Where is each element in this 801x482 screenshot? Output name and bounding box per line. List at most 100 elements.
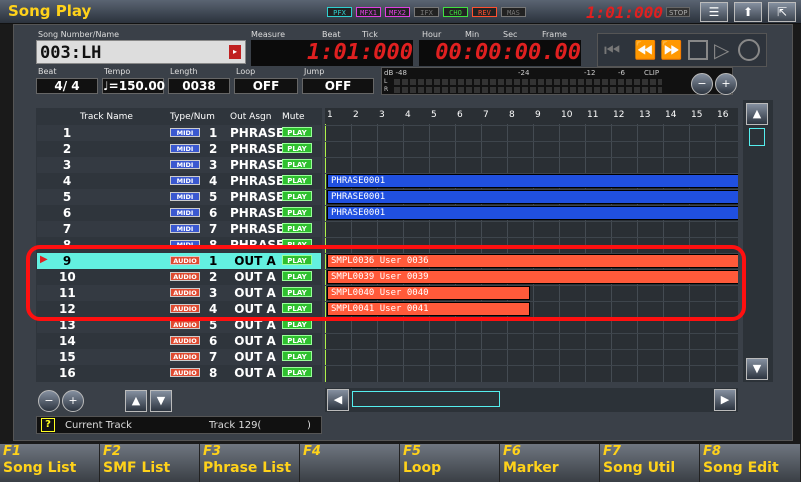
song-select[interactable]: 003:LH ▸	[36, 40, 246, 64]
track-mute-button[interactable]: PLAY	[282, 127, 312, 137]
measure-display[interactable]: 1:01:000	[251, 40, 413, 66]
function-key-f4[interactable]: F4	[300, 444, 400, 482]
track-out-assign[interactable]: PHRASE	[230, 206, 284, 220]
scroll-down-button[interactable]: ▼	[746, 358, 768, 380]
zoom-in-button[interactable]: +	[715, 73, 737, 95]
horizontal-scroll-thumb[interactable]	[352, 391, 500, 407]
track-row[interactable]: 3 MIDI 3 PHRASE PLAY	[37, 157, 321, 173]
track-mute-button[interactable]: PLAY	[282, 143, 312, 153]
function-key-f6[interactable]: F6 Marker	[500, 444, 600, 482]
track-mute-button[interactable]: PLAY	[282, 223, 312, 233]
help-icon[interactable]: ?	[41, 418, 55, 432]
function-key-f1[interactable]: F1 Song List	[0, 444, 100, 482]
track-out-assign[interactable]: PHRASE	[230, 190, 284, 204]
measure-number: 12	[613, 110, 625, 120]
function-key-f5[interactable]: F5 Loop	[400, 444, 500, 482]
track-out-assign[interactable]: OUT A	[230, 334, 280, 348]
track-mute-button[interactable]: PLAY	[282, 175, 312, 185]
scroll-thumb[interactable]	[749, 128, 765, 146]
loop-field[interactable]: OFF	[234, 78, 298, 94]
track-out-assign[interactable]: OUT A	[230, 366, 280, 380]
track-type-badge: AUDIO	[170, 368, 200, 377]
track-out-assign[interactable]: PHRASE	[230, 126, 284, 140]
tempo-field[interactable]: ♩=150.00	[102, 78, 165, 94]
meter-bar-l	[394, 79, 662, 85]
track-mute-button[interactable]: PLAY	[282, 207, 312, 217]
track-up-button[interactable]: ▲	[125, 390, 147, 412]
scroll-left-button[interactable]: ◀	[327, 389, 349, 411]
scroll-up-button[interactable]: ▲	[746, 103, 768, 125]
fx-indicators: PFX MFX1 MFX2 IFX CHO REV MAS	[327, 0, 537, 24]
phrase-clip[interactable]: PHRASE0001	[327, 174, 738, 188]
track-mute-button[interactable]: PLAY	[282, 191, 312, 201]
rewind-to-start-icon[interactable]: ⏮	[604, 40, 620, 61]
scroll-right-button[interactable]: ▶	[714, 389, 736, 411]
fx-indicator-mas: MAS	[501, 7, 526, 17]
track-row[interactable]: 1 MIDI 1 PHRASE PLAY	[37, 125, 321, 141]
up-button[interactable]: ⬆	[734, 2, 762, 22]
rewind-icon[interactable]: ⏪	[634, 40, 656, 61]
menu-button[interactable]: ☰	[700, 2, 728, 22]
function-key-f3[interactable]: F3 Phrase List	[200, 444, 300, 482]
track-out-assign[interactable]: PHRASE	[230, 142, 284, 156]
track-mute-button[interactable]: PLAY	[282, 335, 312, 345]
track-number: 15	[59, 350, 76, 364]
track-mute-button[interactable]: PLAY	[282, 159, 312, 169]
song-label: Song Number/Name	[38, 30, 120, 39]
track-out-assign[interactable]: OUT A	[230, 350, 280, 364]
fast-forward-icon[interactable]: ⏩	[660, 40, 682, 61]
track-sub-number: 3	[209, 158, 218, 172]
track-number: 4	[62, 174, 72, 188]
track-down-button[interactable]: ▼	[150, 390, 172, 412]
measure-ruler[interactable]: 1 2 3 4 5 6 7 8 9 10 11 12 13 14 15 16	[325, 108, 738, 124]
jump-field[interactable]: OFF	[302, 78, 374, 94]
zoom-out-button[interactable]: −	[691, 73, 713, 95]
function-key-f2[interactable]: F2 SMF List	[100, 444, 200, 482]
phrase-clip[interactable]: PHRASE0001	[327, 206, 738, 220]
track-number: 14	[59, 334, 76, 348]
track-out-assign[interactable]: PHRASE	[230, 158, 284, 172]
track-row[interactable]: 14 AUDIO 6 OUT A PLAY	[37, 333, 321, 349]
track-zoom-in-button[interactable]: +	[62, 390, 84, 412]
track-mute-button[interactable]: PLAY	[282, 367, 312, 377]
play-icon[interactable]: ▷	[714, 38, 729, 62]
selection-highlight	[26, 245, 746, 321]
track-row[interactable]: 16 AUDIO 8 OUT A PLAY	[37, 365, 321, 381]
time-display[interactable]: 00:00:00.00	[419, 40, 581, 66]
track-row[interactable]: 6 MIDI 6 PHRASE PLAY	[37, 205, 321, 221]
transport-status: STOP	[666, 7, 691, 17]
function-key-number: F4	[303, 444, 321, 459]
track-type-badge: MIDI	[170, 192, 200, 201]
track-row[interactable]: 4 MIDI 4 PHRASE PLAY	[37, 173, 321, 189]
triangle-left-icon: ◀	[333, 393, 343, 406]
track-number: 3	[62, 158, 72, 172]
track-number: 5	[62, 190, 72, 204]
track-mute-button[interactable]: PLAY	[282, 351, 312, 361]
track-type-badge: MIDI	[170, 144, 200, 153]
status-value: Track 129(	[209, 420, 262, 431]
exit-button[interactable]: ⇱	[768, 2, 796, 22]
meter-scale-0: dB -48	[384, 69, 407, 77]
phrase-clip[interactable]: PHRASE0001	[327, 190, 738, 204]
length-field[interactable]: 0038	[168, 78, 230, 94]
track-sub-number: 4	[209, 174, 218, 188]
track-row[interactable]: 15 AUDIO 7 OUT A PLAY	[37, 349, 321, 365]
function-key-f8[interactable]: F8 Song Edit	[700, 444, 801, 482]
track-row[interactable]: 2 MIDI 2 PHRASE PLAY	[37, 141, 321, 157]
menu-icon: ☰	[708, 5, 720, 19]
track-row[interactable]: 5 MIDI 5 PHRASE PLAY	[37, 189, 321, 205]
track-out-assign[interactable]: PHRASE	[230, 222, 284, 236]
triangle-down-icon: ▼	[752, 362, 762, 375]
track-zoom-out-button[interactable]: −	[38, 390, 60, 412]
sec-label: Sec	[503, 30, 518, 39]
function-key-label: Marker	[503, 460, 559, 476]
track-row[interactable]: 7 MIDI 7 PHRASE PLAY	[37, 221, 321, 237]
function-key-f7[interactable]: F7 Song Util	[600, 444, 700, 482]
stop-icon[interactable]	[688, 40, 708, 60]
function-key-label: Song Util	[603, 460, 676, 476]
record-icon[interactable]	[738, 39, 760, 61]
track-gridline	[325, 221, 738, 222]
beat-field[interactable]: 4/ 4	[36, 78, 98, 94]
track-out-assign[interactable]: PHRASE	[230, 174, 284, 188]
app-title: Song Play	[8, 2, 92, 20]
